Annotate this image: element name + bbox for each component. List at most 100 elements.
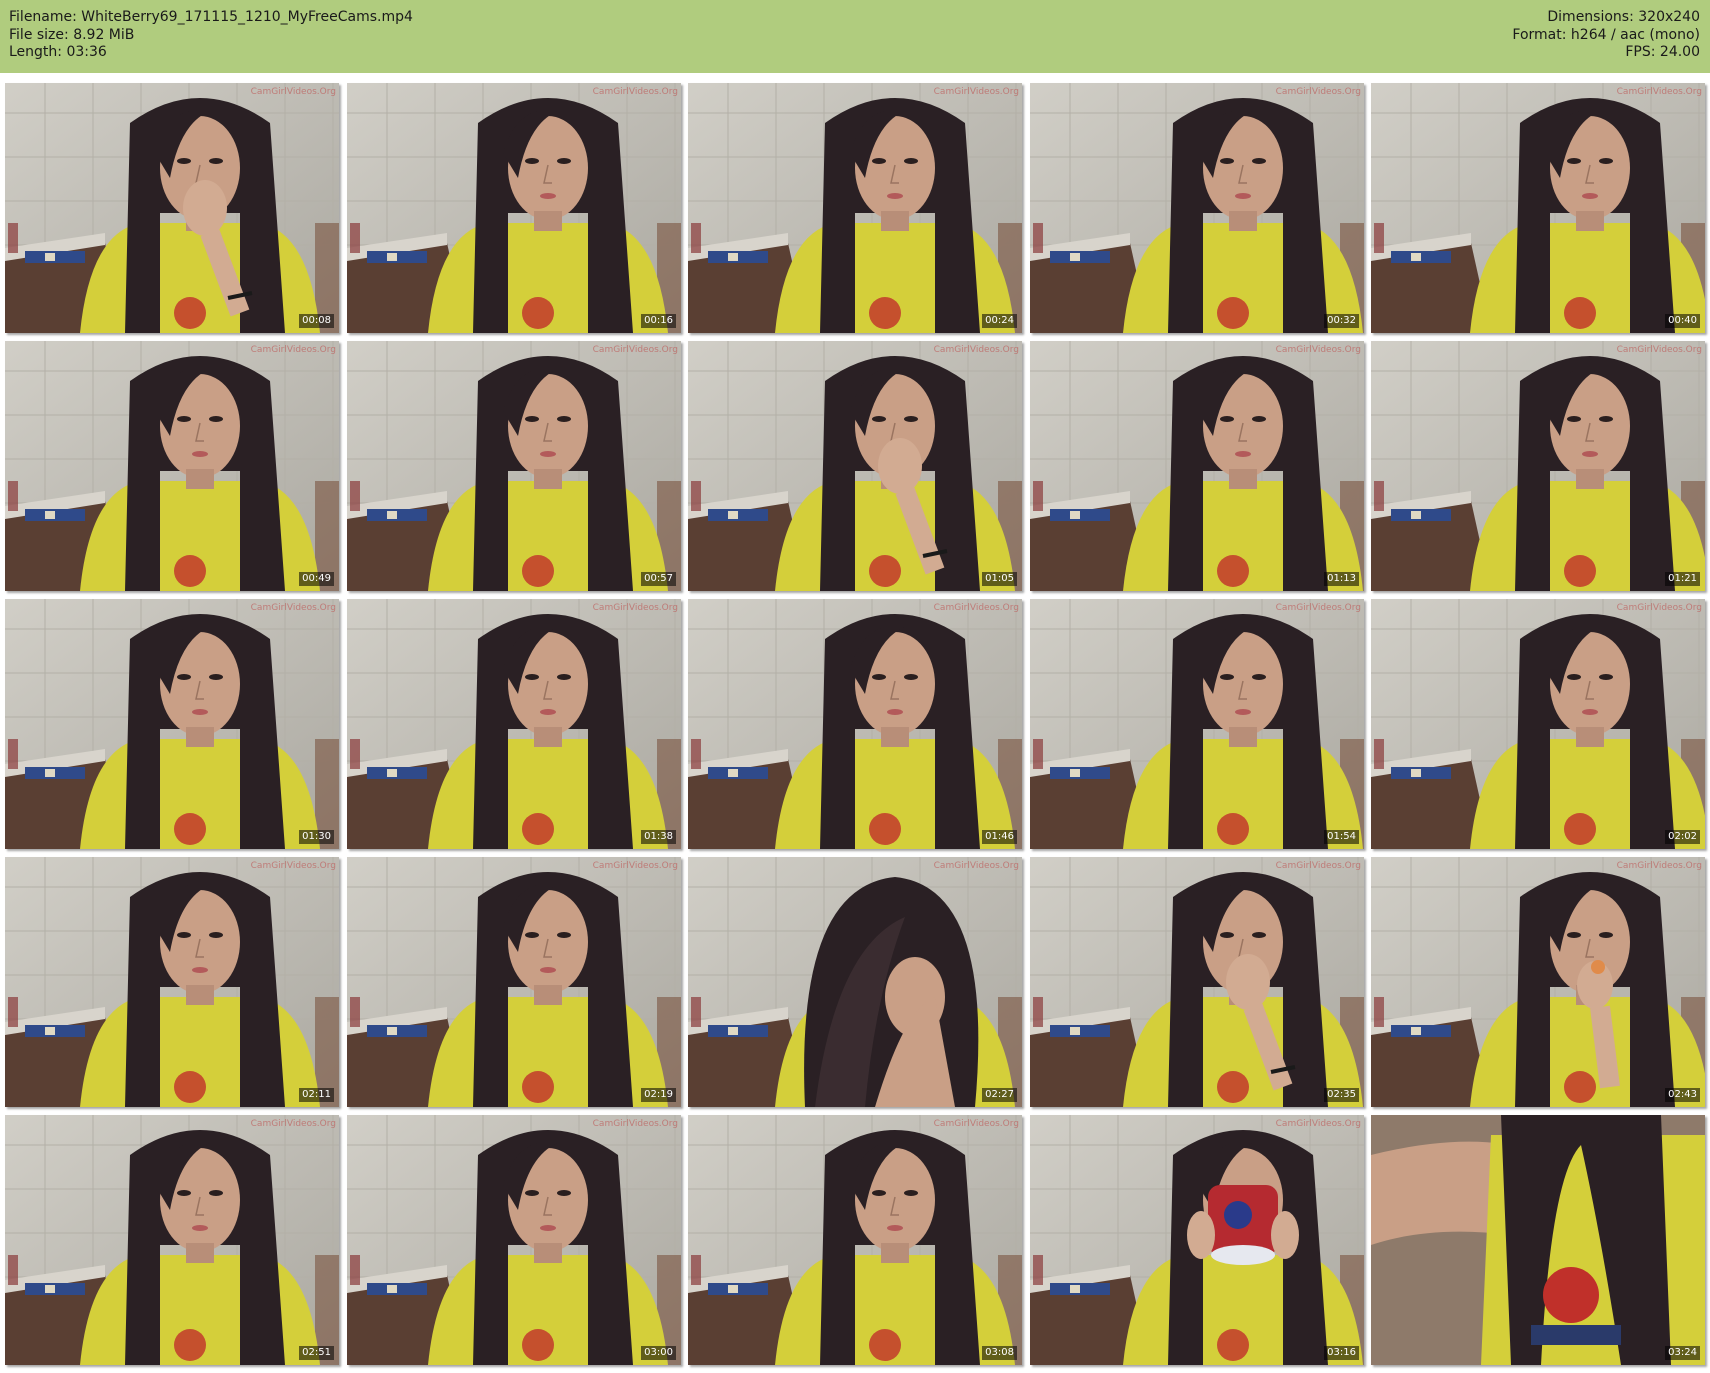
timestamp-label: 02:11 [299,1088,334,1102]
video-thumbnail: CamGirlVideos.Org 00:24 [688,83,1022,333]
timestamp-label: 00:49 [299,572,334,586]
timestamp-label: 03:08 [982,1346,1017,1360]
video-thumbnail: CamGirlVideos.Org 02:35 [1030,857,1364,1107]
watermark-text: CamGirlVideos.Org [1616,345,1702,355]
thumbnail-frame-image [5,341,339,591]
watermark-text: CamGirlVideos.Org [933,345,1019,355]
video-thumbnail: CamGirlVideos.Org 02:19 [347,857,681,1107]
timestamp-label: 00:57 [641,572,676,586]
watermark-text: CamGirlVideos.Org [1616,87,1702,97]
timestamp-label: 01:54 [1324,830,1359,844]
video-thumbnail: CamGirlVideos.Org 01:21 [1371,341,1705,591]
watermark-text: CamGirlVideos.Org [933,861,1019,871]
file-info-right: Dimensions: 320x240 Format: h264 / aac (… [1512,9,1700,62]
video-thumbnail: CamGirlVideos.Org 02:51 [5,1115,339,1365]
watermark-text: CamGirlVideos.Org [250,603,336,613]
thumbnail-frame-image [5,1115,339,1365]
timestamp-label: 01:13 [1324,572,1359,586]
info-header: Filename: WhiteBerry69_171115_1210_MyFre… [0,0,1710,73]
timestamp-label: 00:40 [1665,314,1700,328]
video-thumbnail: CamGirlVideos.Org 03:00 [347,1115,681,1365]
watermark-text: CamGirlVideos.Org [250,345,336,355]
timestamp-label: 01:46 [982,830,1017,844]
timestamp-label: 03:16 [1324,1346,1359,1360]
video-thumbnail: CamGirlVideos.Org 02:02 [1371,599,1705,849]
timestamp-label: 01:05 [982,572,1017,586]
video-thumbnail: CamGirlVideos.Org 01:05 [688,341,1022,591]
timestamp-label: 02:51 [299,1346,334,1360]
video-thumbnail: CamGirlVideos.Org 01:13 [1030,341,1364,591]
watermark-text: CamGirlVideos.Org [250,1119,336,1129]
length-text: Length: 03:36 [9,44,107,60]
watermark-text: CamGirlVideos.Org [250,861,336,871]
watermark-text: CamGirlVideos.Org [1275,1119,1361,1129]
video-thumbnail: CamGirlVideos.Org 01:30 [5,599,339,849]
watermark-text: CamGirlVideos.Org [592,1119,678,1129]
watermark-text: CamGirlVideos.Org [933,87,1019,97]
video-thumbnail: 03:24 [1371,1115,1705,1365]
timestamp-label: 02:43 [1665,1088,1700,1102]
format-text: Format: h264 / aac (mono) [1512,26,1700,43]
video-thumbnail: CamGirlVideos.Org 01:38 [347,599,681,849]
thumbnail-frame-image [1030,1115,1364,1365]
video-thumbnail: CamGirlVideos.Org 03:16 [1030,1115,1364,1365]
video-thumbnail: CamGirlVideos.Org 00:57 [347,341,681,591]
thumbnail-frame-image [5,857,339,1107]
timestamp-label: 00:08 [299,314,334,328]
watermark-text: CamGirlVideos.Org [250,87,336,97]
timestamp-label: 00:16 [641,314,676,328]
video-thumbnail: CamGirlVideos.Org 01:54 [1030,599,1364,849]
thumbnail-grid: CamGirlVideos.Org 00:08 CamGirlVideos.Org… [5,83,1705,1369]
thumbnail-frame-image [1371,1115,1705,1365]
timestamp-label: 00:32 [1324,314,1359,328]
video-thumbnail: CamGirlVideos.Org 02:27 [688,857,1022,1107]
video-thumbnail: CamGirlVideos.Org 00:49 [5,341,339,591]
thumbnail-frame-image [347,599,681,849]
watermark-text: CamGirlVideos.Org [1616,603,1702,613]
watermark-text: CamGirlVideos.Org [592,345,678,355]
thumbnail-frame-image [688,599,1022,849]
video-thumbnail: CamGirlVideos.Org 02:43 [1371,857,1705,1107]
thumbnail-frame-image [347,341,681,591]
watermark-text: CamGirlVideos.Org [933,1119,1019,1129]
thumbnail-frame-image [1030,857,1364,1107]
thumbnail-frame-image [347,857,681,1107]
watermark-text: CamGirlVideos.Org [1275,603,1361,613]
file-info-left: Filename: WhiteBerry69_171115_1210_MyFre… [9,9,413,62]
timestamp-label: 01:30 [299,830,334,844]
video-thumbnail: CamGirlVideos.Org 00:08 [5,83,339,333]
thumbnail-frame-image [1371,341,1705,591]
timestamp-label: 03:24 [1665,1346,1700,1360]
watermark-text: CamGirlVideos.Org [933,603,1019,613]
timestamp-label: 02:19 [641,1088,676,1102]
timestamp-label: 02:02 [1665,830,1700,844]
thumbnail-frame-image [347,83,681,333]
thumbnail-frame-image [347,1115,681,1365]
thumbnail-frame-image [688,857,1022,1107]
timestamp-label: 01:38 [641,830,676,844]
fps-text: FPS: 24.00 [1625,44,1700,60]
timestamp-label: 03:00 [641,1346,676,1360]
watermark-text: CamGirlVideos.Org [1275,861,1361,871]
video-thumbnail: CamGirlVideos.Org 00:40 [1371,83,1705,333]
timestamp-label: 01:21 [1665,572,1700,586]
watermark-text: CamGirlVideos.Org [1616,861,1702,871]
timestamp-label: 02:27 [982,1088,1017,1102]
thumbnail-frame-image [1371,83,1705,333]
thumbnail-frame-image [1371,599,1705,849]
thumbnail-frame-image [1371,857,1705,1107]
video-thumbnail: CamGirlVideos.Org 02:11 [5,857,339,1107]
thumbnail-frame-image [1030,83,1364,333]
thumbnail-frame-image [1030,341,1364,591]
thumbnail-frame-image [5,83,339,333]
thumbnail-frame-image [688,1115,1022,1365]
watermark-text: CamGirlVideos.Org [1275,345,1361,355]
video-thumbnail: CamGirlVideos.Org 00:32 [1030,83,1364,333]
file-size-text: File size: 8.92 MiB [9,26,135,43]
watermark-text: CamGirlVideos.Org [592,603,678,613]
filename-text: Filename: WhiteBerry69_171115_1210_MyFre… [9,9,413,25]
watermark-text: CamGirlVideos.Org [1275,87,1361,97]
watermark-text: CamGirlVideos.Org [592,87,678,97]
thumbnail-frame-image [5,599,339,849]
timestamp-label: 00:24 [982,314,1017,328]
